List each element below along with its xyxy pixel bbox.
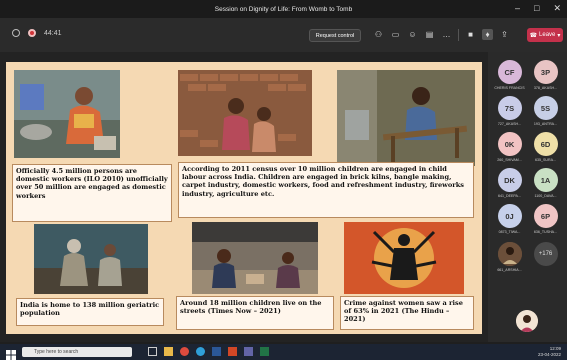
- self-view-avatar[interactable]: [516, 310, 538, 332]
- more-icon[interactable]: …: [441, 29, 452, 40]
- participant-name: 661_ARSHIA...: [497, 268, 522, 272]
- meeting-timer: 44:41: [44, 29, 62, 37]
- share-icon[interactable]: ⇪: [499, 29, 510, 40]
- avatar: 5S: [533, 96, 558, 120]
- request-control-button[interactable]: Request control: [309, 29, 361, 42]
- chevron-down-icon: ▾: [557, 32, 561, 39]
- powerpoint-icon[interactable]: [228, 347, 237, 356]
- participant-name: 636_TUSHA...: [533, 230, 558, 234]
- title-bar: Session on Dignity of Life: From Womb to…: [0, 0, 567, 18]
- teams-icon[interactable]: [244, 347, 253, 356]
- participant-name: 1100_DAVA...: [534, 194, 557, 198]
- participant-tile[interactable]: 0K 260_SHIVAM...: [493, 132, 526, 162]
- task-view-icon[interactable]: [148, 347, 157, 356]
- avatar: 6D: [533, 132, 558, 156]
- participant-name: 193_ANTRA...: [533, 122, 558, 126]
- street-children-caption: Around 18 million children live on the s…: [176, 296, 334, 330]
- chrome-icon[interactable]: [180, 347, 189, 356]
- participant-name: CHERIS FRANCIS: [494, 86, 525, 90]
- leave-button[interactable]: ☎ Leave ▾: [527, 28, 563, 42]
- profile-photo-avatar: [497, 242, 522, 266]
- system-tray: 12:09 23-04-2022: [538, 346, 561, 358]
- presentation-slide: Officially 4.5 million persons are domes…: [6, 62, 482, 334]
- avatar: 1A: [533, 168, 558, 192]
- close-button[interactable]: ✕: [553, 3, 561, 13]
- avatar: DK: [497, 168, 522, 192]
- participant-tile[interactable]: DK 641_DEEPA...: [493, 168, 526, 198]
- toolbar-divider: [458, 29, 459, 41]
- participant-name: 635_SURA...: [535, 158, 556, 162]
- phone-icon: ☎: [529, 32, 538, 39]
- toolbar-icons: ⚇ ▭ ☺ ▤ … ■ ♦ ⇪: [373, 29, 510, 41]
- tray-date: 23-04-2022: [537, 352, 561, 357]
- maximize-button[interactable]: □: [534, 3, 539, 13]
- shield-icon: [12, 29, 20, 37]
- window-controls: – □ ✕: [515, 3, 561, 13]
- participant-tile[interactable]: 661_ARSHIA...: [493, 242, 526, 272]
- meeting-window: Session on Dignity of Life: From Womb to…: [0, 0, 567, 360]
- word-icon[interactable]: [212, 347, 221, 356]
- meeting-toolbar: 44:41 Request control ⚇ ▭ ☺ ▤ … ■ ♦ ⇪ ☎ …: [0, 18, 567, 52]
- avatar: 0K: [497, 132, 522, 156]
- domestic-workers-caption: Officially 4.5 million persons are domes…: [12, 164, 172, 222]
- participant-tile[interactable]: 6P 636_TUSHA...: [529, 204, 562, 234]
- meeting-status: 44:41: [12, 29, 62, 37]
- windows-taskbar: Type here to search 12:09 23-04-2022: [0, 344, 567, 360]
- minimize-button[interactable]: –: [515, 3, 520, 13]
- participant-tile[interactable]: 6D 635_SURA...: [529, 132, 562, 162]
- taskbar-search-placeholder: Type here to search: [34, 349, 79, 355]
- avatar: 3P: [533, 60, 558, 84]
- reactions-icon[interactable]: ☺: [407, 29, 418, 40]
- street-children-photo: [192, 222, 318, 294]
- participant-tile[interactable]: 5S 193_ANTRA...: [529, 96, 562, 126]
- people-icon[interactable]: ⚇: [373, 29, 384, 40]
- shared-screen: Officially 4.5 million persons are domes…: [0, 52, 488, 342]
- window-title: Session on Dignity of Life: From Womb to…: [214, 5, 353, 13]
- excel-icon[interactable]: [260, 347, 269, 356]
- geriatric-population-caption: India is home to 138 million geriatric p…: [16, 298, 164, 326]
- child-labour-caption: According to 2011 census over 10 million…: [178, 162, 474, 218]
- taskbar-app-icons: [148, 347, 269, 356]
- participant-name: 0873_TIWA...: [498, 230, 521, 234]
- participant-tile[interactable]: 3P 378_AKASH...: [529, 60, 562, 90]
- more-participants-count: +176: [533, 242, 558, 266]
- brick-kiln-children-photo: [178, 70, 312, 156]
- leave-label: Leave: [539, 32, 556, 38]
- domestic-worker-photo: [14, 70, 120, 158]
- presenter-name-strip: CHERIS FRANCIS: [0, 336, 488, 350]
- participant-name: 641_DEEPA...: [498, 194, 521, 198]
- participant-tile[interactable]: 7S 727_AKASH...: [493, 96, 526, 126]
- more-participants-tile[interactable]: +176: [529, 242, 562, 266]
- avatar: 0J: [497, 204, 522, 228]
- child-labour-loom-photo: [337, 70, 475, 166]
- crime-against-women-caption: Crime against women saw a rise of 63% in…: [340, 296, 474, 330]
- avatar: 6P: [533, 204, 558, 228]
- edge-icon[interactable]: [196, 347, 205, 356]
- participant-name: 727_AKASH...: [497, 122, 522, 126]
- recording-icon: [28, 29, 36, 37]
- participants-panel: CF CHERIS FRANCIS 3P 378_AKASH... 7S 727…: [488, 52, 567, 342]
- participant-name: 378_AKASH...: [533, 86, 558, 90]
- crime-against-women-illustration: [344, 222, 464, 294]
- participant-tile[interactable]: 0J 0873_TIWA...: [493, 204, 526, 234]
- rooms-icon[interactable]: ▤: [424, 29, 435, 40]
- avatar: 7S: [497, 96, 522, 120]
- windows-start-icon[interactable]: [6, 347, 16, 360]
- avatar: CF: [497, 60, 522, 84]
- taskbar-search-input[interactable]: Type here to search: [22, 347, 132, 357]
- mic-icon[interactable]: ♦: [482, 29, 493, 40]
- chat-icon[interactable]: ▭: [390, 29, 401, 40]
- participant-tile[interactable]: 1A 1100_DAVA...: [529, 168, 562, 198]
- participant-tile[interactable]: CF CHERIS FRANCIS: [493, 60, 526, 90]
- elderly-people-photo: [34, 224, 148, 294]
- file-explorer-icon[interactable]: [164, 347, 173, 356]
- participant-name: 260_SHIVAM...: [497, 158, 522, 162]
- camera-icon[interactable]: ■: [465, 29, 476, 40]
